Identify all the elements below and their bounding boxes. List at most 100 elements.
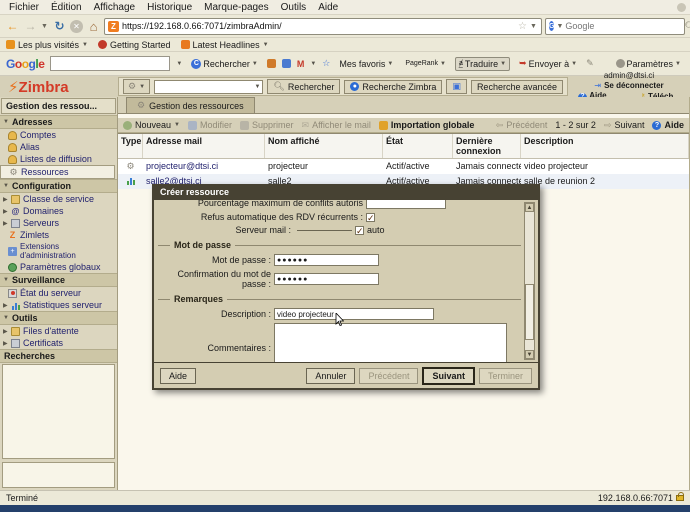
search-type-button[interactable]: ⚙ ▼ <box>123 79 150 94</box>
menu-fichier[interactable]: Fichier <box>4 1 44 14</box>
engine-dropdown-icon[interactable]: ▼ <box>556 23 563 30</box>
dialog-suivant-button[interactable]: Suivant <box>422 367 475 385</box>
section-header-surveillance[interactable]: ▼Surveillance <box>0 273 117 287</box>
url-text[interactable]: https://192.168.0.66:7071/zimbraAdmin/ <box>122 21 515 31</box>
searches-header[interactable]: Recherches <box>0 349 117 363</box>
settings-button[interactable]: Paramètres ▼ <box>613 58 684 70</box>
sidebar-item-ressources[interactable]: ⚙Ressources <box>0 165 115 179</box>
sidebar-item-alias[interactable]: Alias <box>0 141 117 153</box>
sidebar-item-certificats[interactable]: ▶Certificats <box>0 337 117 349</box>
send-to-button[interactable]: ➥ Envoyer à ▼ <box>516 57 580 70</box>
password-input[interactable]: ●●●●●● <box>274 254 379 266</box>
precedent-button[interactable]: ⇦Précédent <box>496 120 548 131</box>
autofill-pen-icon[interactable]: ✎ <box>586 58 594 69</box>
expand-icon[interactable]: ▶ <box>3 196 8 203</box>
history-dropdown-icon[interactable]: ▼ <box>41 23 49 30</box>
section-header-configuration[interactable]: ▼Configuration <box>0 179 117 193</box>
chevron-down-icon[interactable]: ▼ <box>254 84 260 90</box>
web-search-input[interactable] <box>565 21 682 31</box>
section-header-outils[interactable]: ▼Outils <box>0 311 117 325</box>
section-header-adresses[interactable]: ▼Adresses <box>0 115 117 129</box>
dialog-precedent-button[interactable]: Précédent <box>359 368 418 384</box>
logout-link[interactable]: ⇥ Se déconnecter <box>572 81 686 91</box>
zimbra-search-input[interactable]: ▼ <box>154 80 263 94</box>
rechercher-button[interactable]: 🔍︎ Rechercher <box>267 79 340 94</box>
menu-aide[interactable]: Aide <box>313 1 343 14</box>
scrollbar-thumb[interactable] <box>525 284 534 340</box>
supprimer-button[interactable]: Supprimer <box>240 120 294 130</box>
expand-icon[interactable]: ▶ <box>3 302 8 309</box>
save-search-button[interactable]: ▣ <box>446 79 467 94</box>
col-etat[interactable]: État <box>383 134 453 158</box>
auto-checkbox[interactable]: ✓ <box>355 226 364 235</box>
toolbar-misc-icon[interactable] <box>267 59 276 68</box>
col-nom-affiche[interactable]: Nom affiché <box>265 134 383 158</box>
toolbar-search-button[interactable]: C Rechercher ▼ <box>188 58 260 70</box>
back-button[interactable]: ← <box>5 19 20 34</box>
aide-button[interactable]: ?Aide <box>652 120 684 130</box>
suivant-button[interactable]: ⇨Suivant <box>604 120 645 131</box>
google-engine-icon[interactable]: G <box>549 21 554 31</box>
expand-icon[interactable]: ▶ <box>3 220 8 227</box>
dialog-scrollbar[interactable]: ▲ ▼ <box>524 202 535 360</box>
dialog-annuler-button[interactable]: Annuler <box>306 368 355 384</box>
sidebar-item-classe-de-service[interactable]: ▶Classe de service <box>0 193 117 205</box>
description-input[interactable]: video projecteur <box>274 308 434 320</box>
menu-outils[interactable]: Outils <box>276 1 312 14</box>
menu-affichage[interactable]: Affichage <box>89 1 141 14</box>
bookmark-star-icon[interactable]: ☆ <box>518 21 527 32</box>
importation-globale-button[interactable]: Importation globale <box>379 120 475 130</box>
url-dropdown-icon[interactable]: ▼ <box>530 23 538 30</box>
menu-marque-pages[interactable]: Marque-pages <box>199 1 273 14</box>
google-toolbar-search-input[interactable] <box>50 56 170 71</box>
sidebar-item-comptes[interactable]: Comptes <box>0 129 117 141</box>
modifier-button[interactable]: Modifier <box>188 120 232 130</box>
recherche-avancee-button[interactable]: Recherche avancée <box>471 80 563 94</box>
tab-gestion-des-ressources[interactable]: ⚙ Gestion des ressources <box>126 97 255 113</box>
table-row[interactable]: ⚙ projecteur@dtsi.ci projecteur Actif/ac… <box>118 159 689 174</box>
cell-email[interactable]: projecteur@dtsi.ci <box>143 159 265 174</box>
sidebar-item-zimlets[interactable]: ZZimlets <box>0 229 117 241</box>
scroll-up-icon[interactable]: ▲ <box>525 203 534 212</box>
search-go-icon[interactable]: 🔍︎ <box>684 21 690 32</box>
sidebar-item-serveurs[interactable]: ▶Serveurs <box>0 217 117 229</box>
menu-edition[interactable]: Édition <box>46 1 87 14</box>
stop-button[interactable]: ✕ <box>70 20 83 33</box>
gmail-icon[interactable]: M <box>297 59 305 69</box>
bookmark-getting-started[interactable]: Getting Started <box>98 40 171 50</box>
favorites-button[interactable]: Mes favoris ▼ <box>336 58 396 70</box>
col-type[interactable]: Type <box>118 134 143 158</box>
confirm-password-input[interactable]: ●●●●●● <box>274 273 379 285</box>
afficher-le-mail-button[interactable]: ✉Afficher le mail <box>302 120 371 131</box>
search-engine-box[interactable]: G ▼ 🔍︎ <box>545 18 685 35</box>
col-description[interactable]: Description <box>521 134 689 158</box>
translate-button[interactable]: ⱥ̲ Traduire ▼ <box>455 57 510 71</box>
sidebar-item-extensions-admin[interactable]: +Extensions d'administration <box>0 241 117 261</box>
toolbar-bookmarks-icon[interactable] <box>282 59 291 68</box>
home-button[interactable]: ⌂ <box>86 19 101 34</box>
dialog-title-bar[interactable]: Créer ressource <box>154 186 538 200</box>
sidebar-item-parametres-globaux[interactable]: Paramètres globaux <box>0 261 117 273</box>
sidebar-item-files-attente[interactable]: ▶Files d'attente <box>0 325 117 337</box>
dialog-aide-button[interactable]: Aide <box>160 368 196 384</box>
max-conflicts-input[interactable] <box>366 200 446 209</box>
bookmark-most-visited[interactable]: Les plus visités ▼ <box>6 40 88 50</box>
sidebar-item-listes-diffusion[interactable]: Listes de diffusion <box>0 153 117 165</box>
nouveau-button[interactable]: Nouveau▼ <box>123 120 180 130</box>
reload-button[interactable]: ↻ <box>52 19 67 34</box>
sidebar-item-etat-du-serveur[interactable]: État du serveur <box>0 287 117 299</box>
expand-icon[interactable]: ▶ <box>3 328 8 335</box>
star-icon[interactable]: ☆ <box>322 58 330 69</box>
col-adresse-mail[interactable]: Adresse mail <box>143 134 265 158</box>
bookmark-latest-headlines[interactable]: Latest Headlines ▼ <box>181 40 269 50</box>
chevron-down-icon[interactable]: ▼ <box>176 61 182 67</box>
url-bar[interactable]: Z https://192.168.0.66:7071/zimbraAdmin/… <box>104 18 542 35</box>
scroll-down-icon[interactable]: ▼ <box>525 350 534 359</box>
comments-textarea[interactable] <box>274 323 507 362</box>
forward-button[interactable]: → <box>23 19 38 34</box>
sidebar-item-domaines[interactable]: ▶@Domaines <box>0 205 117 217</box>
menu-historique[interactable]: Historique <box>142 1 197 14</box>
expand-icon[interactable]: ▶ <box>3 340 8 347</box>
sidebar-item-statistiques-serveur[interactable]: ▶Statistiques serveur <box>0 299 117 311</box>
pagerank-button[interactable]: PageRank ▼ <box>402 59 449 68</box>
